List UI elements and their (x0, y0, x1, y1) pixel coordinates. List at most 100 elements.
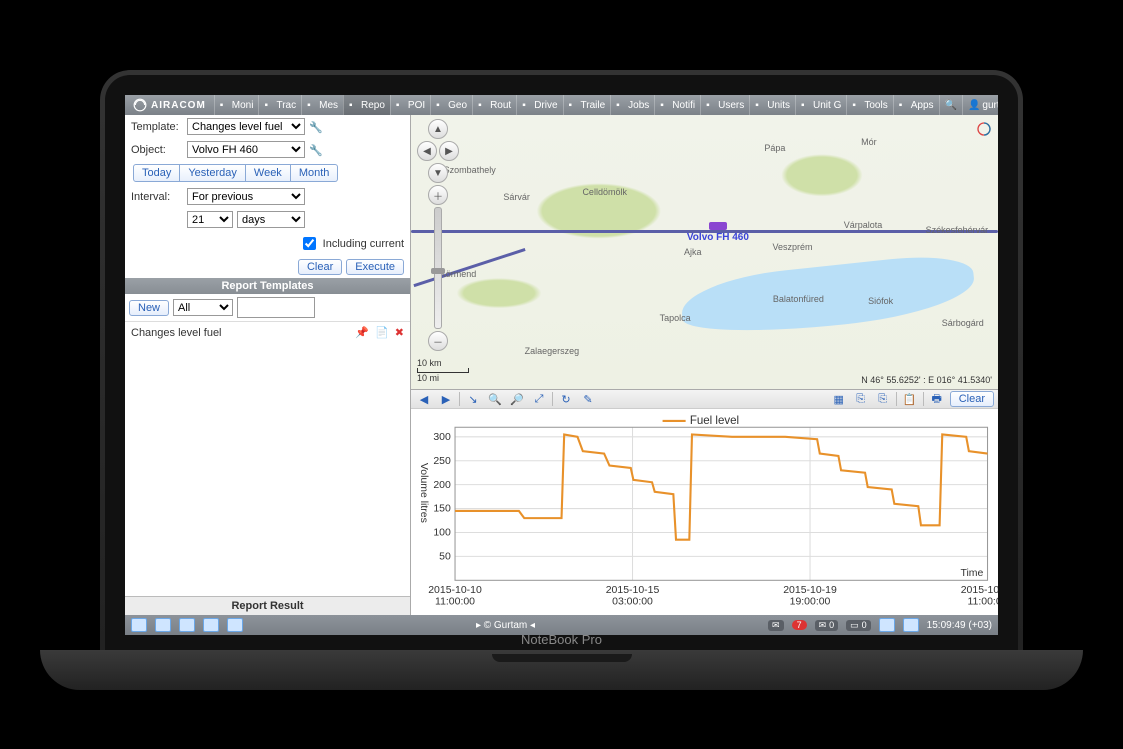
object-select[interactable]: Volvo FH 460 (187, 141, 305, 158)
interval-seg-week[interactable]: Week (246, 164, 291, 182)
interval-seg-yesterday[interactable]: Yesterday (180, 164, 246, 182)
nav-tab-units[interactable]: ▪Units (749, 95, 795, 115)
clear-button[interactable]: Clear (298, 259, 342, 275)
nav-icon: ▪ (522, 100, 532, 110)
nav-tab-trac[interactable]: ▪Trac (258, 95, 301, 115)
chart-copy-icon[interactable]: 📋 (901, 390, 919, 408)
chart-refresh-icon[interactable]: ↻ (557, 390, 575, 408)
svg-text:300: 300 (433, 432, 451, 443)
pan-up-button[interactable]: ▲ (428, 119, 448, 139)
nav-icon: ▪ (755, 100, 765, 110)
chart-export-xls-icon[interactable]: ⎘ (874, 390, 892, 408)
footer-mail-icon[interactable]: ✉ (768, 620, 784, 631)
nav-tab-apps[interactable]: ▪Apps (893, 95, 939, 115)
footer-vehicle2-icon[interactable] (203, 618, 219, 632)
map[interactable]: Volvo FH 460 Pápa Sárvár Celldömölk Szom… (411, 115, 998, 390)
chart-zoomout-icon[interactable]: 🔎 (508, 390, 526, 408)
chart-clear-button[interactable]: Clear (950, 391, 994, 407)
nav-tab-notifi[interactable]: ▪Notifi (654, 95, 700, 115)
nav-label: Unit G (813, 100, 841, 111)
nav-search[interactable]: 🔍 (939, 95, 962, 115)
vehicle-label: Volvo FH 460 (687, 232, 749, 243)
report-templates-header: Report Templates (125, 278, 410, 294)
nav-tab-geo[interactable]: ▪Geo (430, 95, 472, 115)
footer-view1-icon[interactable] (131, 618, 147, 632)
pin-icon[interactable]: 📌 (355, 326, 369, 339)
zoom-in-button[interactable]: ＋ (428, 185, 448, 205)
chart-edit-icon[interactable]: ✎ (579, 390, 597, 408)
interval-seg-today[interactable]: Today (133, 164, 180, 182)
nav-icon: ▪ (660, 100, 670, 110)
interval-unit-select[interactable]: days (237, 211, 305, 228)
nav-icon: ▪ (899, 100, 909, 110)
template-list-item[interactable]: Changes level fuel 📌 📄 ✖ (125, 321, 410, 343)
nav-tab-traile[interactable]: ▪Traile (563, 95, 611, 115)
footer-msg-count[interactable]: ✉ 0 (815, 620, 839, 631)
city-label: Siófok (868, 296, 893, 306)
template-filter-select[interactable]: All (173, 299, 233, 316)
wrench-icon[interactable]: 🔧 (309, 121, 321, 133)
nav-tab-jobs[interactable]: ▪Jobs (610, 95, 654, 115)
pan-right-button[interactable]: ▶ (439, 141, 459, 161)
vehicle-marker[interactable]: Volvo FH 460 (687, 222, 749, 243)
nav-icon: ▪ (349, 100, 359, 110)
footer-sms-count[interactable]: ▭ 0 (846, 620, 871, 631)
interval-num-select[interactable]: 21 (187, 211, 233, 228)
city-label: Pápa (764, 143, 785, 153)
map-controls: ▲ ◀ ▶ ▼ ＋ － (417, 119, 459, 351)
pan-left-button[interactable]: ◀ (417, 141, 437, 161)
nav-label: Moni (232, 100, 254, 111)
nav-tab-users[interactable]: ▪Users (700, 95, 749, 115)
pan-down-button[interactable]: ▼ (428, 163, 448, 183)
new-template-button[interactable]: New (129, 300, 169, 316)
chart-axes-icon[interactable]: ↘ (464, 390, 482, 408)
execute-button[interactable]: Execute (346, 259, 404, 275)
chart-prev-button[interactable]: ◀ (415, 390, 433, 408)
copy-icon[interactable]: 📄 (375, 326, 389, 339)
footer-alert-badge[interactable]: 7 (792, 620, 807, 630)
including-current-checkbox[interactable] (303, 237, 316, 250)
nav-icon: ▪ (569, 100, 579, 110)
nav-tab-rout[interactable]: ▪Rout (472, 95, 516, 115)
footer-vehicle1-icon[interactable] (179, 618, 195, 632)
chart-print-icon[interactable]: 🖶 (928, 390, 946, 408)
svg-text:2015-10-15: 2015-10-15 (606, 585, 660, 596)
footer-tool2-icon[interactable] (903, 618, 919, 632)
zoom-slider[interactable] (434, 207, 442, 329)
nav-tab-repo[interactable]: ▪Repo (343, 95, 390, 115)
scale-km: 10 km (417, 358, 469, 368)
chart-export-pdf-icon[interactable]: ⎘ (852, 390, 870, 408)
chart-table-icon[interactable]: ▦ (830, 390, 848, 408)
city-label: Ajka (684, 247, 702, 257)
footer-vehicle3-icon[interactable] (227, 618, 243, 632)
nav-tab-mes[interactable]: ▪Mes (301, 95, 343, 115)
nav-icon: ▪ (852, 100, 862, 110)
footer-tool1-icon[interactable] (879, 618, 895, 632)
chart-fit-icon[interactable]: ⤢ (530, 390, 548, 408)
nav-tab-moni[interactable]: ▪Moni (214, 95, 259, 115)
nav-tab-drive[interactable]: ▪Drive (516, 95, 562, 115)
map-coords: N 46° 55.6252' : E 016° 41.5340' (861, 375, 992, 385)
interval-seg-month[interactable]: Month (291, 164, 339, 182)
brand-logo: AIRACOM (125, 98, 214, 112)
interval-mode-select[interactable]: For previous (187, 188, 305, 205)
city-label: Tapolca (660, 313, 691, 323)
brand-icon (133, 98, 147, 112)
footer-view2-icon[interactable] (155, 618, 171, 632)
nav-tab-poi[interactable]: ▪POI (390, 95, 430, 115)
template-search-input[interactable] (237, 297, 315, 318)
wrench-icon[interactable]: 🔧 (309, 144, 321, 156)
nav-icon: ▪ (396, 100, 406, 110)
footer-clock: 15:09:49 (+03) (927, 620, 992, 631)
chart-toolbar: ◀ ▶ ↘ 🔍 🔎 ⤢ ↻ ✎ ▦ ⎘ ⎘ (411, 390, 998, 409)
nav-tab-tools[interactable]: ▪Tools (846, 95, 892, 115)
zoom-out-button[interactable]: － (428, 331, 448, 351)
nav-tab-unit g[interactable]: ▪Unit G (795, 95, 846, 115)
template-select[interactable]: Changes level fuel (187, 118, 305, 135)
chart-zoomin-icon[interactable]: 🔍 (486, 390, 504, 408)
nav-user[interactable]: 👤gurtam ▾ (962, 95, 998, 115)
delete-icon[interactable]: ✖ (395, 326, 404, 339)
svg-text:50: 50 (439, 552, 451, 563)
chart-next-button[interactable]: ▶ (437, 390, 455, 408)
fuel-chart[interactable]: 501001502002503002015-10-1011:00:002015-… (411, 409, 998, 622)
